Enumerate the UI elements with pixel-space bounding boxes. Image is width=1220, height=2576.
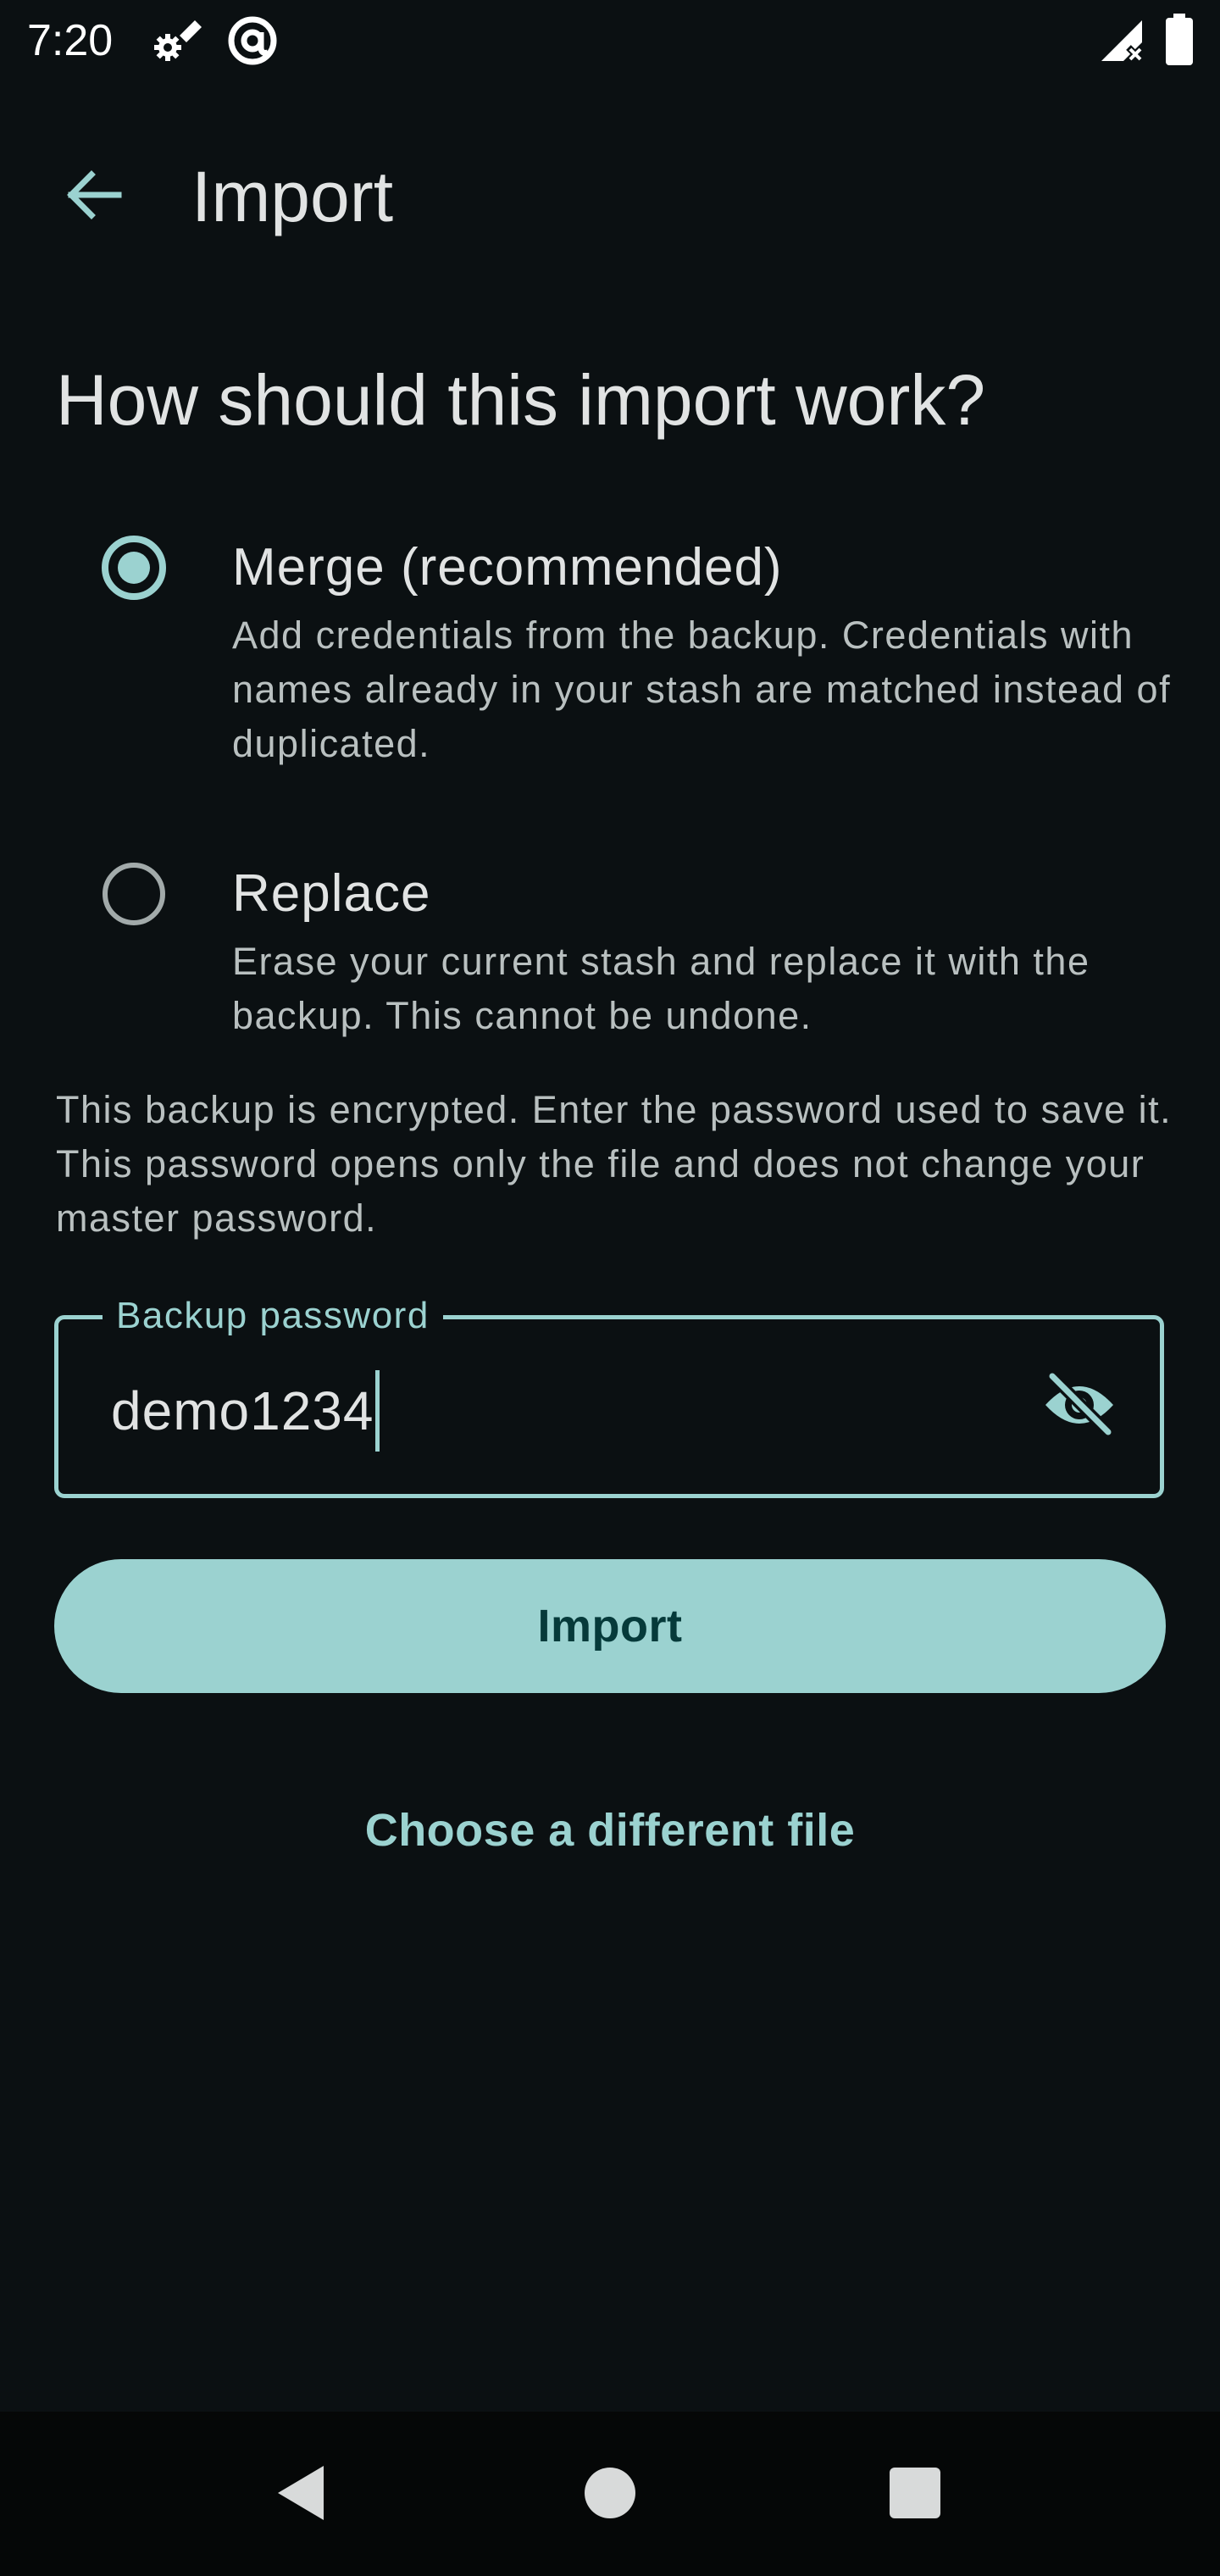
visibility-off-icon	[1040, 1371, 1118, 1443]
app-bar: Import	[0, 110, 1220, 271]
text-cursor	[375, 1370, 380, 1452]
at-sign-icon	[225, 14, 280, 72]
merge-radio[interactable]	[100, 534, 168, 602]
replace-title: Replace	[232, 864, 431, 923]
status-bar: 7:20	[0, 0, 1220, 81]
settings-sync-icon	[151, 17, 203, 69]
back-button[interactable]	[44, 147, 142, 246]
arrow-back-icon	[63, 164, 124, 230]
battery-icon	[1164, 14, 1195, 70]
section-heading: How should this import work?	[56, 360, 986, 440]
merge-title: Merge (recommended)	[232, 538, 783, 597]
nav-back-button[interactable]	[259, 2452, 344, 2537]
encryption-info: This backup is encrypted. Enter the pass…	[56, 1088, 1173, 1240]
backup-password-label: Backup password	[103, 1289, 443, 1343]
replace-option[interactable]: Replace Erase your current stash and rep…	[56, 860, 1183, 1046]
replace-radio[interactable]	[100, 860, 168, 928]
page-title: Import	[191, 157, 394, 236]
recents-square-icon	[888, 2466, 942, 2524]
system-nav-bar	[0, 2412, 1220, 2576]
backup-password-field[interactable]: Backup password demo1234	[54, 1289, 1164, 1498]
merge-description: Add credentials from the backup. Credent…	[232, 613, 1172, 765]
home-circle-icon	[583, 2466, 637, 2524]
import-button[interactable]: Import	[54, 1559, 1166, 1693]
backup-password-input[interactable]: demo1234	[111, 1370, 380, 1452]
merge-option[interactable]: Merge (recommended) Add credentials from…	[56, 534, 1183, 780]
choose-different-file-button[interactable]: Choose a different file	[54, 1788, 1166, 1873]
signal-no-data-icon	[1098, 17, 1145, 69]
nav-recents-button[interactable]	[873, 2452, 957, 2537]
status-time: 7:20	[27, 16, 114, 65]
import-screen: 7:20 Import How should this import work?…	[0, 0, 1220, 2576]
replace-description: Erase your current stash and replace it …	[232, 940, 1090, 1037]
backup-password-value: demo1234	[111, 1380, 374, 1441]
password-visibility-toggle[interactable]	[1034, 1362, 1124, 1452]
nav-home-button[interactable]	[568, 2452, 652, 2537]
back-triangle-icon	[274, 2462, 329, 2528]
